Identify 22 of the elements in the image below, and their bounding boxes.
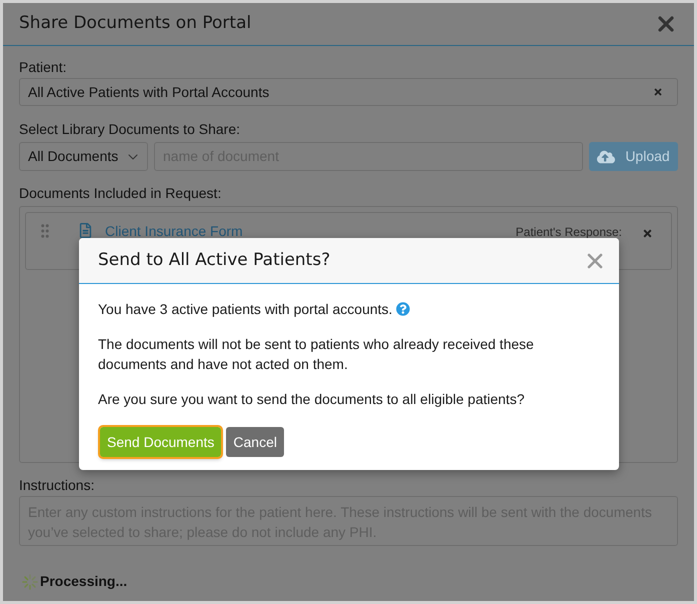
cancel-button[interactable]: Cancel <box>226 427 284 457</box>
modal-message: You have 3 active patients with portal accounts. <box>98 300 392 319</box>
modal-message: The documents will not be sent to patients who already received these documents and have not acted on them. <box>98 335 535 374</box>
clear-icon[interactable] <box>653 87 663 97</box>
patient-value: All Active Patients with Portal Accounts <box>28 82 270 102</box>
response-label: Patient's Response: <box>516 224 622 241</box>
processing-status: Processing... <box>40 572 128 591</box>
help-icon[interactable] <box>396 302 410 316</box>
field-label: Patient: <box>19 59 68 76</box>
field-label: Documents Included in Request: <box>19 185 222 202</box>
document-icon <box>78 223 93 238</box>
remove-icon[interactable] <box>642 228 653 239</box>
loading-spinner-icon <box>22 574 38 590</box>
dialog-title: Share Documents on Portal <box>19 12 252 36</box>
send-documents-button[interactable]: Send Documents <box>100 427 222 457</box>
cloud-upload-icon <box>597 148 616 166</box>
category-dropdown[interactable]: All Documents <box>19 142 148 171</box>
field-label: Instructions: <box>19 477 96 494</box>
modal-title: Send to All Active Patients? <box>98 248 330 272</box>
modal-message: Are you sure you want to send the documents to all eligible patients? <box>98 390 524 409</box>
field-label: Select Library Documents to Share: <box>19 121 241 138</box>
patient-field[interactable]: All Active Patients with Portal Accounts <box>19 78 678 106</box>
